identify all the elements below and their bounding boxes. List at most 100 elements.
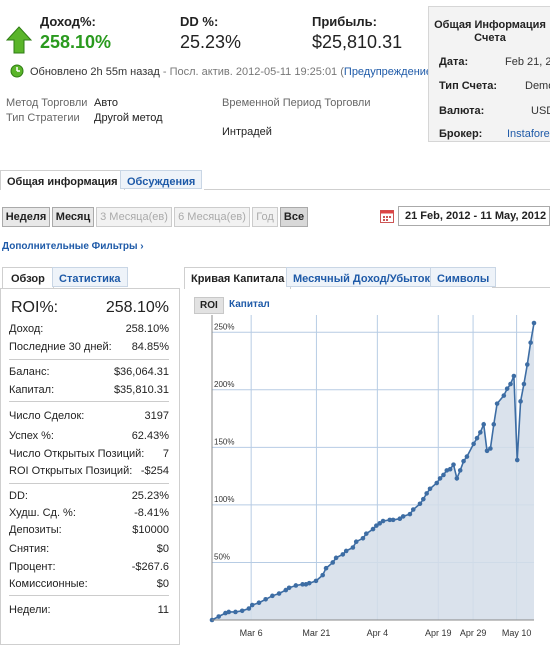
chart-point — [350, 545, 356, 550]
roi-label: ROI%: — [11, 299, 59, 316]
chart-point — [380, 518, 386, 524]
chart-point — [508, 381, 513, 387]
stat-row: Комиссионные: $0 — [9, 577, 169, 591]
stat-value: 25.23% — [131, 490, 169, 502]
stat-label: Капитал: — [9, 384, 55, 396]
stats-panel: ROI%: 258.10% Доход: 258.10% Последние 30… — [0, 288, 180, 645]
chart-point — [474, 435, 480, 441]
stat-row: Баланс: $36,064.31 — [9, 365, 169, 379]
account-info-box: Общая Информация Счета Дата:Feb 21, 2012… — [428, 6, 550, 142]
chart-x-tick-label: Apr 29 — [460, 628, 487, 638]
chart-point — [521, 381, 527, 387]
stats-divider — [9, 359, 169, 360]
chart-point — [216, 614, 222, 619]
chart-point — [511, 373, 517, 379]
chart-point — [464, 454, 470, 459]
tab-discussions[interactable]: Обсуждения — [120, 170, 203, 189]
chart-point — [270, 593, 275, 599]
chart-point — [313, 578, 319, 584]
method-label: Метод Торговли — [6, 97, 88, 109]
chart-point — [514, 457, 520, 463]
additional-filters-link[interactable]: Дополнительные Фильтры › — [2, 241, 144, 252]
profit-label: Прибыль: — [312, 14, 377, 29]
stat-value: 3197 — [144, 410, 169, 422]
chart-point — [501, 393, 507, 398]
info-row-type: Тип Счета:Demo — [439, 80, 550, 92]
equity-chart: 50% 100% 150% 200% 250% Mar 6 Mar 21 Apr 4 Apr 1… — [209, 315, 537, 638]
stat-label: Успех %: — [9, 430, 54, 442]
period-month-button[interactable]: Месяц — [52, 207, 94, 227]
date-range-field[interactable]: 21 Feb, 2012 - 11 May, 2012 — [398, 206, 550, 226]
stat-row: Число Открытых Позиций: 7 — [9, 447, 169, 461]
period-all-button[interactable]: Все — [280, 207, 308, 227]
period-3months-button[interactable]: 3 Месяца(ев) — [96, 207, 172, 227]
info-currency-value: USD — [531, 105, 550, 117]
stat-row: Капитал: $35,810.31 — [9, 383, 169, 397]
chart-point — [471, 441, 476, 447]
stats-divider — [9, 401, 169, 402]
chart-point — [360, 535, 366, 541]
chart-point — [226, 609, 232, 615]
chart-y-tick-label: 200% — [214, 380, 234, 389]
account-info-title: Общая Информация Счета — [429, 19, 550, 45]
stat-row: Успех %: 62.43% — [9, 429, 169, 443]
chart-point — [390, 517, 396, 523]
chart-point — [343, 548, 349, 554]
chart-point — [246, 606, 252, 611]
tab-equity-curve[interactable]: Кривая Капитала — [184, 267, 292, 289]
stat-row: Процент: -$267.6 — [9, 560, 169, 574]
tab-overview[interactable]: Обзор — [2, 267, 54, 289]
chart-y-tick-label: 250% — [214, 322, 234, 331]
chart-point — [417, 501, 423, 507]
update-line: Обновлено 2h 55m назад - Посл. актив. 20… — [30, 66, 436, 78]
chart-point — [424, 491, 429, 496]
period-6months-button[interactable]: 6 Месяца(ев) — [174, 207, 250, 227]
info-date-value: Feb 21, 2012 — [505, 56, 550, 68]
stat-value: 258.10% — [125, 323, 169, 335]
account-info-title-line1: Общая Информация — [434, 19, 546, 31]
up-arrow-icon — [5, 26, 33, 54]
stat-label: Последние 30 дней: — [9, 341, 112, 353]
calendar-icon[interactable] — [380, 209, 394, 223]
chart-point — [353, 539, 359, 545]
last-activity-text: - Посл. актив. 2012-05-11 19:25:01 ( — [159, 66, 344, 78]
clock-icon — [10, 64, 24, 78]
broker-link[interactable]: Instaforex — [507, 128, 550, 140]
chart-point — [531, 320, 537, 326]
chart-point — [239, 608, 245, 614]
stat-label: DD: — [9, 490, 28, 502]
chart-point — [518, 399, 523, 404]
period-value: Интрадей — [222, 126, 272, 138]
tab-general-info[interactable]: Общая информация — [0, 170, 125, 190]
warning-link[interactable]: Предупреждение — [344, 66, 432, 78]
period-label: Временной Период Торговли — [222, 97, 371, 109]
stat-value: -$267.6 — [131, 561, 169, 573]
chart-y-tick-label: 50% — [214, 552, 230, 561]
period-week-button[interactable]: Неделя — [2, 207, 50, 227]
period-year-button[interactable]: Год — [252, 207, 278, 227]
tab-monthly-pl[interactable]: Месячный Доход/Убыток — [286, 267, 438, 287]
stat-value: 7 — [162, 448, 169, 460]
stat-label: Число Открытых Позиций: — [9, 448, 145, 460]
chart-point — [340, 552, 346, 557]
chart-point — [461, 458, 466, 464]
chart-point — [363, 531, 369, 536]
main-tabs-divider — [204, 189, 550, 190]
chart-point — [441, 472, 446, 478]
chart-point — [434, 480, 440, 486]
chart-y-tick-label: 150% — [214, 437, 234, 446]
tab-statistics[interactable]: Статистика — [52, 267, 128, 287]
stat-row: Недели: 11 — [9, 603, 169, 617]
chart-point — [233, 609, 238, 615]
chart-point — [421, 496, 426, 502]
method-value: Авто — [94, 97, 118, 109]
dd-value: 25.23% — [180, 32, 242, 52]
chart-point — [256, 600, 262, 606]
stat-row: ROI Открытых Позиций: -$254 — [9, 464, 169, 478]
stat-row: Последние 30 дней: 84.85% — [9, 340, 169, 354]
chart-point — [504, 386, 510, 391]
stat-label: Баланс: — [9, 366, 50, 378]
stat-label: ROI Открытых Позиций: — [9, 465, 133, 477]
tab-symbols[interactable]: Символы — [430, 267, 497, 287]
info-row-currency: Валюта:USD — [439, 105, 550, 117]
